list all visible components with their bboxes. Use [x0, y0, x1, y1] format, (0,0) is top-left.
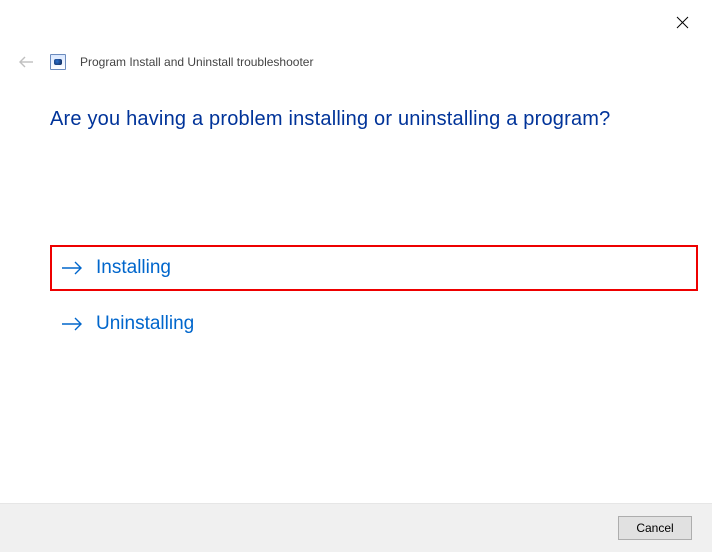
- page-heading: Are you having a problem installing or u…: [50, 108, 698, 131]
- app-icon: [50, 54, 66, 70]
- arrow-right-icon: [60, 315, 84, 333]
- option-label: Uninstalling: [96, 313, 194, 335]
- arrow-right-icon: [60, 259, 84, 277]
- close-button[interactable]: [672, 12, 692, 32]
- window-title: Program Install and Uninstall troublesho…: [80, 55, 313, 69]
- cancel-button[interactable]: Cancel: [618, 516, 692, 540]
- option-uninstalling[interactable]: Uninstalling: [50, 301, 698, 347]
- close-icon: [676, 16, 689, 29]
- back-button: [16, 52, 36, 72]
- option-label: Installing: [96, 257, 171, 279]
- option-installing[interactable]: Installing: [50, 245, 698, 291]
- footer: Cancel: [0, 503, 712, 552]
- arrow-left-icon: [18, 55, 34, 69]
- main-content: Are you having a problem installing or u…: [50, 108, 698, 357]
- header: Program Install and Uninstall troublesho…: [16, 52, 313, 72]
